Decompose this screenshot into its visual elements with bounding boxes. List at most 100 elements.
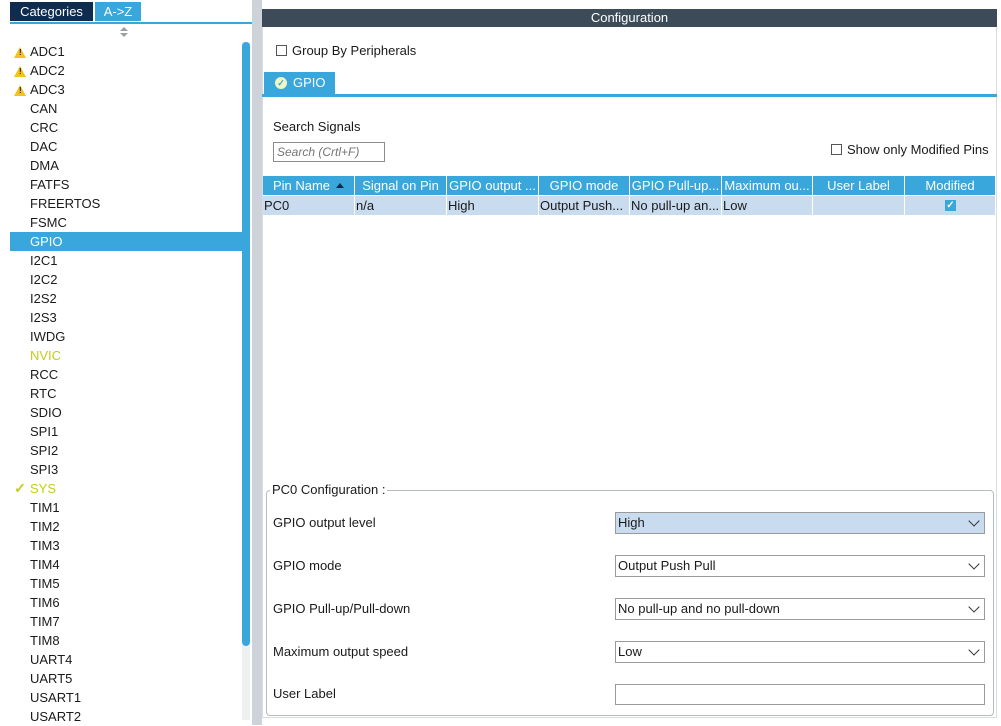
status-icon bbox=[12, 422, 28, 441]
list-item[interactable]: FREERTOS bbox=[10, 194, 242, 213]
list-item-label: TIM4 bbox=[30, 557, 60, 572]
modified-checkbox[interactable]: ✓ bbox=[945, 200, 956, 211]
tab-gpio[interactable]: ✓ GPIO bbox=[264, 72, 335, 94]
speed-select[interactable]: Low bbox=[615, 641, 985, 663]
list-item[interactable]: TIM7 bbox=[10, 612, 242, 631]
list-item-label: TIM5 bbox=[30, 576, 60, 591]
list-item-label: SYS bbox=[30, 481, 57, 496]
list-item[interactable]: TIM3 bbox=[10, 536, 242, 555]
user-label-input[interactable] bbox=[615, 684, 985, 705]
pin-table-header: Pin Name Signal on Pin GPIO output ... G… bbox=[263, 176, 995, 195]
list-item[interactable]: SPI3 bbox=[10, 460, 242, 479]
column-header-user-label[interactable]: User Label bbox=[813, 176, 905, 195]
group-by-peripherals-option[interactable]: Group By Peripherals bbox=[276, 42, 416, 60]
list-item[interactable]: CRC bbox=[10, 118, 242, 137]
pull-value: No pull-up and no pull-down bbox=[618, 601, 780, 616]
status-icon bbox=[12, 517, 28, 536]
list-item[interactable]: GPIO bbox=[10, 232, 242, 251]
list-item[interactable]: USART2 bbox=[10, 707, 242, 726]
list-item-label: USART1 bbox=[30, 690, 82, 705]
list-item-label: TIM3 bbox=[30, 538, 60, 553]
status-icon bbox=[12, 441, 28, 460]
peripheral-list: ! ADC1! ADC2! ADC3 CAN CRC DAC DMA FATFS FREERTOS… bbox=[10, 42, 242, 726]
gpio-mode-select[interactable]: Output Push Pull bbox=[615, 555, 985, 577]
list-item-label: CRC bbox=[30, 120, 59, 135]
status-icon bbox=[12, 289, 28, 308]
list-item[interactable]: TIM1 bbox=[10, 498, 242, 517]
chevron-down-icon bbox=[968, 515, 980, 527]
tab-categories[interactable]: Categories bbox=[10, 2, 93, 21]
status-icon bbox=[12, 707, 28, 726]
list-item[interactable]: TIM6 bbox=[10, 593, 242, 612]
list-scrollbar-thumb[interactable] bbox=[242, 42, 250, 646]
list-item[interactable]: ✓ SYS bbox=[10, 479, 242, 498]
list-item[interactable]: SPI1 bbox=[10, 422, 242, 441]
list-item[interactable]: I2S3 bbox=[10, 308, 242, 327]
list-item-label: DMA bbox=[30, 158, 59, 173]
list-item-label: SPI2 bbox=[30, 443, 59, 458]
list-item[interactable]: SPI2 bbox=[10, 441, 242, 460]
list-item[interactable]: RTC bbox=[10, 384, 242, 403]
show-modified-checkbox[interactable] bbox=[831, 144, 842, 155]
list-item[interactable]: FATFS bbox=[10, 175, 242, 194]
list-item[interactable]: DAC bbox=[10, 137, 242, 156]
status-icon bbox=[12, 536, 28, 555]
column-header-modified[interactable]: Modified bbox=[905, 176, 995, 195]
list-item[interactable]: UART5 bbox=[10, 669, 242, 688]
tab-gpio-label: GPIO bbox=[293, 75, 326, 90]
list-item[interactable]: USART1 bbox=[10, 688, 242, 707]
list-item[interactable]: I2S2 bbox=[10, 289, 242, 308]
list-item-label: ADC3 bbox=[30, 82, 65, 97]
search-input[interactable] bbox=[273, 142, 385, 162]
list-item[interactable]: ! ADC1 bbox=[10, 42, 242, 61]
list-item[interactable]: DMA bbox=[10, 156, 242, 175]
list-item[interactable]: TIM5 bbox=[10, 574, 242, 593]
configuration-header: Configuration bbox=[262, 9, 997, 27]
column-header-output-level[interactable]: GPIO output ... bbox=[447, 176, 539, 195]
pull-label: GPIO Pull-up/Pull-down bbox=[273, 601, 411, 616]
list-item-label: RCC bbox=[30, 367, 59, 382]
list-item[interactable]: TIM2 bbox=[10, 517, 242, 536]
status-icon bbox=[12, 688, 28, 707]
list-item-label: TIM7 bbox=[30, 614, 60, 629]
status-icon bbox=[12, 669, 28, 688]
list-item-label: ADC1 bbox=[30, 44, 65, 59]
list-item[interactable]: TIM8 bbox=[10, 631, 242, 650]
status-icon bbox=[12, 118, 28, 137]
list-item-label: TIM2 bbox=[30, 519, 60, 534]
status-icon bbox=[12, 270, 28, 289]
table-row[interactable]: PC0 n/a High Output Push... No pull-up a… bbox=[263, 196, 995, 215]
output-level-label: GPIO output level bbox=[273, 515, 376, 530]
list-item[interactable]: ! ADC2 bbox=[10, 61, 242, 80]
panel-divider[interactable] bbox=[252, 0, 262, 725]
list-item[interactable]: UART4 bbox=[10, 650, 242, 669]
list-item[interactable]: ! ADC3 bbox=[10, 80, 242, 99]
group-by-peripherals-label: Group By Peripherals bbox=[292, 43, 417, 58]
sort-icon[interactable] bbox=[117, 27, 131, 39]
list-item-label: SPI3 bbox=[30, 462, 59, 477]
list-item[interactable]: FSMC bbox=[10, 213, 242, 232]
column-header-mode[interactable]: GPIO mode bbox=[539, 176, 630, 195]
output-level-select[interactable]: High bbox=[615, 512, 985, 534]
column-header-pin-name[interactable]: Pin Name bbox=[263, 176, 355, 195]
column-header-speed[interactable]: Maximum ou... bbox=[722, 176, 813, 195]
column-header-pull[interactable]: GPIO Pull-up... bbox=[630, 176, 722, 195]
tab-a-z[interactable]: A->Z bbox=[95, 2, 141, 21]
list-item[interactable]: TIM4 bbox=[10, 555, 242, 574]
show-modified-option[interactable]: Show only Modified Pins bbox=[831, 141, 989, 159]
cell-mode: Output Push... bbox=[539, 196, 630, 215]
pull-select[interactable]: No pull-up and no pull-down bbox=[615, 598, 985, 620]
list-item[interactable]: IWDG bbox=[10, 327, 242, 346]
list-item-label: GPIO bbox=[30, 234, 63, 249]
list-item[interactable]: I2C2 bbox=[10, 270, 242, 289]
list-item[interactable]: CAN bbox=[10, 99, 242, 118]
list-item[interactable]: NVIC bbox=[10, 346, 242, 365]
list-item[interactable]: I2C1 bbox=[10, 251, 242, 270]
list-item[interactable]: RCC bbox=[10, 365, 242, 384]
list-item[interactable]: SDIO bbox=[10, 403, 242, 422]
status-icon bbox=[12, 593, 28, 612]
group-by-peripherals-checkbox[interactable] bbox=[276, 45, 287, 56]
column-header-signal[interactable]: Signal on Pin bbox=[355, 176, 447, 195]
gpio-mode-label: GPIO mode bbox=[273, 558, 342, 573]
cell-modified: ✓ bbox=[905, 196, 995, 215]
